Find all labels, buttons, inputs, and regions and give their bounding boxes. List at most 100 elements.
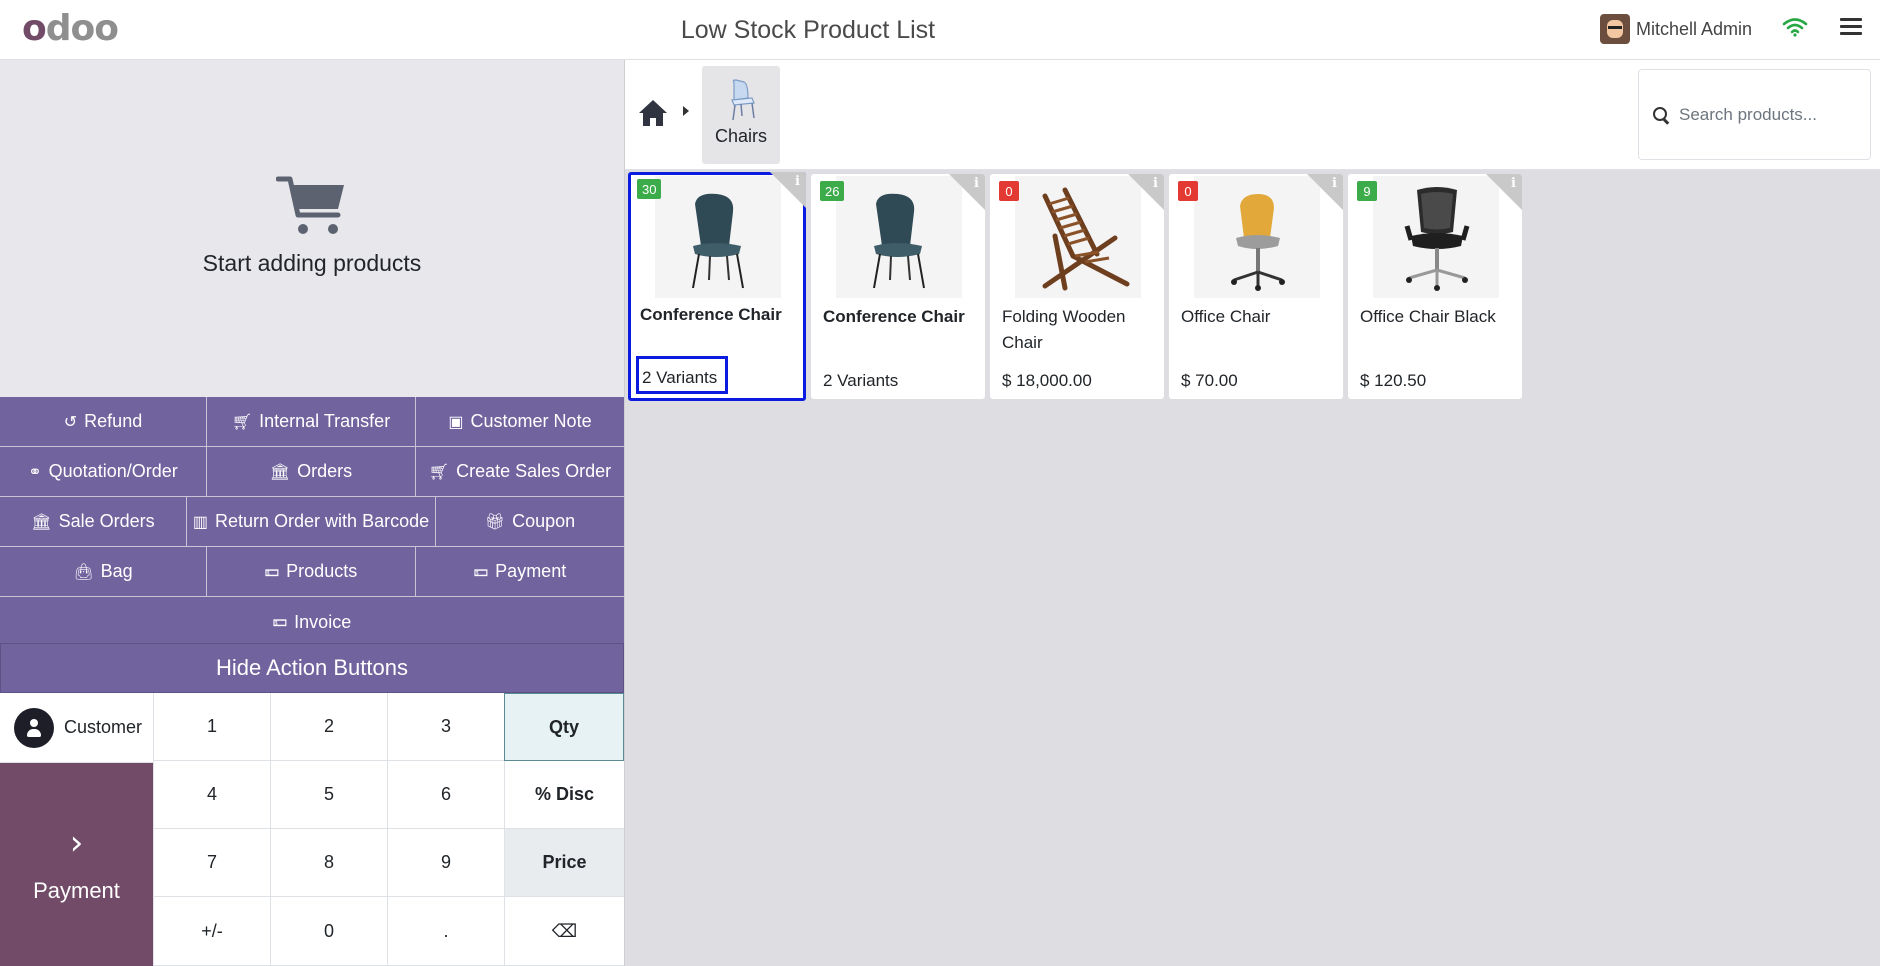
teal-chair-icon: [692, 193, 744, 289]
create-sales-order-button[interactable]: 🛒︎ Create Sales Order: [416, 447, 624, 496]
info-icon[interactable]: i: [795, 174, 800, 189]
hamburger-menu-icon[interactable]: [1840, 18, 1862, 36]
product-price: $ 120.50: [1360, 371, 1427, 390]
quotation-order-button[interactable]: ⚭ Quotation/Order: [0, 447, 207, 496]
key-7[interactable]: 7: [153, 829, 270, 897]
info-corner[interactable]: [1128, 174, 1164, 210]
payment-action-button[interactable]: 💵︎ Payment: [416, 547, 624, 596]
cart-icon: 🛒︎: [428, 463, 450, 481]
gift-icon: 🎁︎: [484, 513, 506, 531]
chevron-right-icon: ›: [69, 822, 84, 863]
stock-badge: 0: [999, 181, 1019, 201]
money-icon: 💵︎: [473, 562, 489, 580]
category-label: Chairs: [714, 126, 767, 146]
note-icon: ▣: [448, 413, 464, 431]
customer-label: Customer: [64, 717, 143, 737]
user-name: Mitchell Admin: [1636, 18, 1753, 39]
products-button[interactable]: 💵︎ Products: [207, 547, 416, 596]
coupon-button[interactable]: 🎁︎ Coupon: [436, 497, 624, 546]
product-price: $ 18,000.00: [1002, 371, 1092, 390]
order-pane: Start adding products ↺ Refund 🛒︎ Internal…: [0, 60, 624, 966]
discount-mode-button[interactable]: % Disc: [504, 761, 624, 829]
numpad: 1 2 3 Qty 4 5 6 % Disc 7 8 9 Price +/- 0…: [153, 693, 624, 966]
action-row: ⚭ Quotation/Order 🏛︎ Orders 🛒︎ Create Sales…: [0, 447, 624, 497]
customer-button[interactable]: Customer: [0, 693, 153, 763]
invoice-button[interactable]: 💵︎ Invoice: [0, 597, 624, 647]
black-office-chair-icon: [1404, 187, 1470, 291]
product-image: [1194, 176, 1320, 298]
product-name: Folding Wooden Chair: [1002, 307, 1126, 352]
chair-icon: [731, 79, 755, 121]
product-card[interactable]: 26 i Conference Chair 2 Variants: [811, 174, 985, 399]
category-bar: Chairs: [625, 60, 1880, 170]
key-4[interactable]: 4: [153, 761, 270, 829]
info-corner[interactable]: [949, 174, 985, 210]
product-card[interactable]: 0 i Office Chair $ 70.00: [1169, 174, 1343, 399]
info-icon[interactable]: i: [1332, 176, 1337, 191]
product-card[interactable]: 9 i Office Chair Black $ 120.50: [1348, 174, 1522, 399]
page-title: Low Stock Product List: [680, 16, 936, 44]
info-icon[interactable]: i: [1511, 176, 1516, 191]
hide-action-buttons[interactable]: Hide Action Buttons: [0, 643, 624, 693]
key-5[interactable]: 5: [270, 761, 387, 829]
payment-label: Payment: [33, 877, 120, 903]
key-6[interactable]: 6: [387, 761, 504, 829]
user-menu[interactable]: Mitchell Admin: [1600, 14, 1752, 44]
key-2[interactable]: 2: [270, 693, 387, 761]
search-input[interactable]: [1679, 104, 1859, 125]
products-pane: Chairs 30 i Conference Chair: [624, 60, 1880, 966]
plus-minus-key[interactable]: +/-: [153, 897, 270, 966]
info-corner[interactable]: [1307, 174, 1343, 210]
return-order-barcode-button[interactable]: ▥ Return Order with Barcode: [187, 497, 436, 546]
info-icon[interactable]: i: [974, 176, 979, 191]
stock-badge: 9: [1357, 181, 1377, 201]
product-name: Conference Chair: [640, 305, 782, 324]
key-0[interactable]: 0: [270, 897, 387, 966]
category-chairs[interactable]: Chairs: [702, 66, 780, 164]
key-1[interactable]: 1: [153, 693, 270, 761]
order-summary: Start adding products: [0, 60, 624, 397]
product-card[interactable]: 30 i Conference Chair 2 Variants: [628, 172, 806, 401]
bag-button[interactable]: 👜︎ Bag: [0, 547, 207, 596]
product-image: [1015, 176, 1141, 298]
backspace-key[interactable]: ⌫: [504, 897, 624, 966]
product-card[interactable]: 0 i Folding Wooden Chair $ 18,000.00: [990, 174, 1164, 399]
wifi-icon[interactable]: [1782, 17, 1808, 37]
key-9[interactable]: 9: [387, 829, 504, 897]
sale-orders-button[interactable]: 🏛︎ Sale Orders: [0, 497, 187, 546]
cart-icon: [276, 176, 344, 234]
avatar: [1600, 14, 1630, 44]
action-row: 👜︎ Bag 💵︎ Products 💵︎ Payment: [0, 547, 624, 597]
action-row: 🏛︎ Sale Orders ▥ Return Order with Barcode…: [0, 497, 624, 547]
info-corner[interactable]: [770, 172, 806, 208]
action-buttons: ↺ Refund 🛒︎ Internal Transfer ▣ Customer No…: [0, 397, 624, 647]
qty-mode-button[interactable]: Qty: [504, 693, 624, 761]
variants-highlight[interactable]: 2 Variants: [636, 356, 728, 394]
yellow-office-chair-icon: [1231, 194, 1285, 291]
bank-icon: 🏛︎: [31, 513, 52, 531]
customer-note-button[interactable]: ▣ Customer Note: [416, 397, 624, 446]
product-image: [655, 176, 781, 298]
money-icon: 💵︎: [264, 562, 280, 580]
home-icon[interactable]: [637, 98, 669, 128]
price-mode-button[interactable]: Price: [504, 829, 624, 897]
search-box[interactable]: [1638, 69, 1871, 160]
product-name: Office Chair Black: [1360, 307, 1496, 326]
payment-button[interactable]: › Payment: [0, 763, 153, 966]
product-image: [1373, 176, 1499, 298]
undo-icon: ↺: [63, 413, 78, 431]
refund-button[interactable]: ↺ Refund: [0, 397, 207, 446]
top-navbar: odoo Low Stock Product List Mitchell Adm…: [0, 0, 1880, 60]
info-corner[interactable]: [1486, 174, 1522, 210]
key-8[interactable]: 8: [270, 829, 387, 897]
internal-transfer-button[interactable]: 🛒︎ Internal Transfer: [207, 397, 416, 446]
bank-icon: 🏛︎: [269, 463, 291, 481]
decimal-key[interactable]: .: [387, 897, 504, 966]
key-3[interactable]: 3: [387, 693, 504, 761]
product-grid: 30 i Conference Chair 2 Variants 26 i Co…: [628, 172, 1522, 401]
action-row: ↺ Refund 🛒︎ Internal Transfer ▣ Customer No…: [0, 397, 624, 447]
info-icon[interactable]: i: [1153, 176, 1158, 191]
product-name: Conference Chair: [823, 307, 965, 326]
orders-button[interactable]: 🏛︎ Orders: [207, 447, 416, 496]
bag-icon: 👜︎: [73, 563, 94, 581]
